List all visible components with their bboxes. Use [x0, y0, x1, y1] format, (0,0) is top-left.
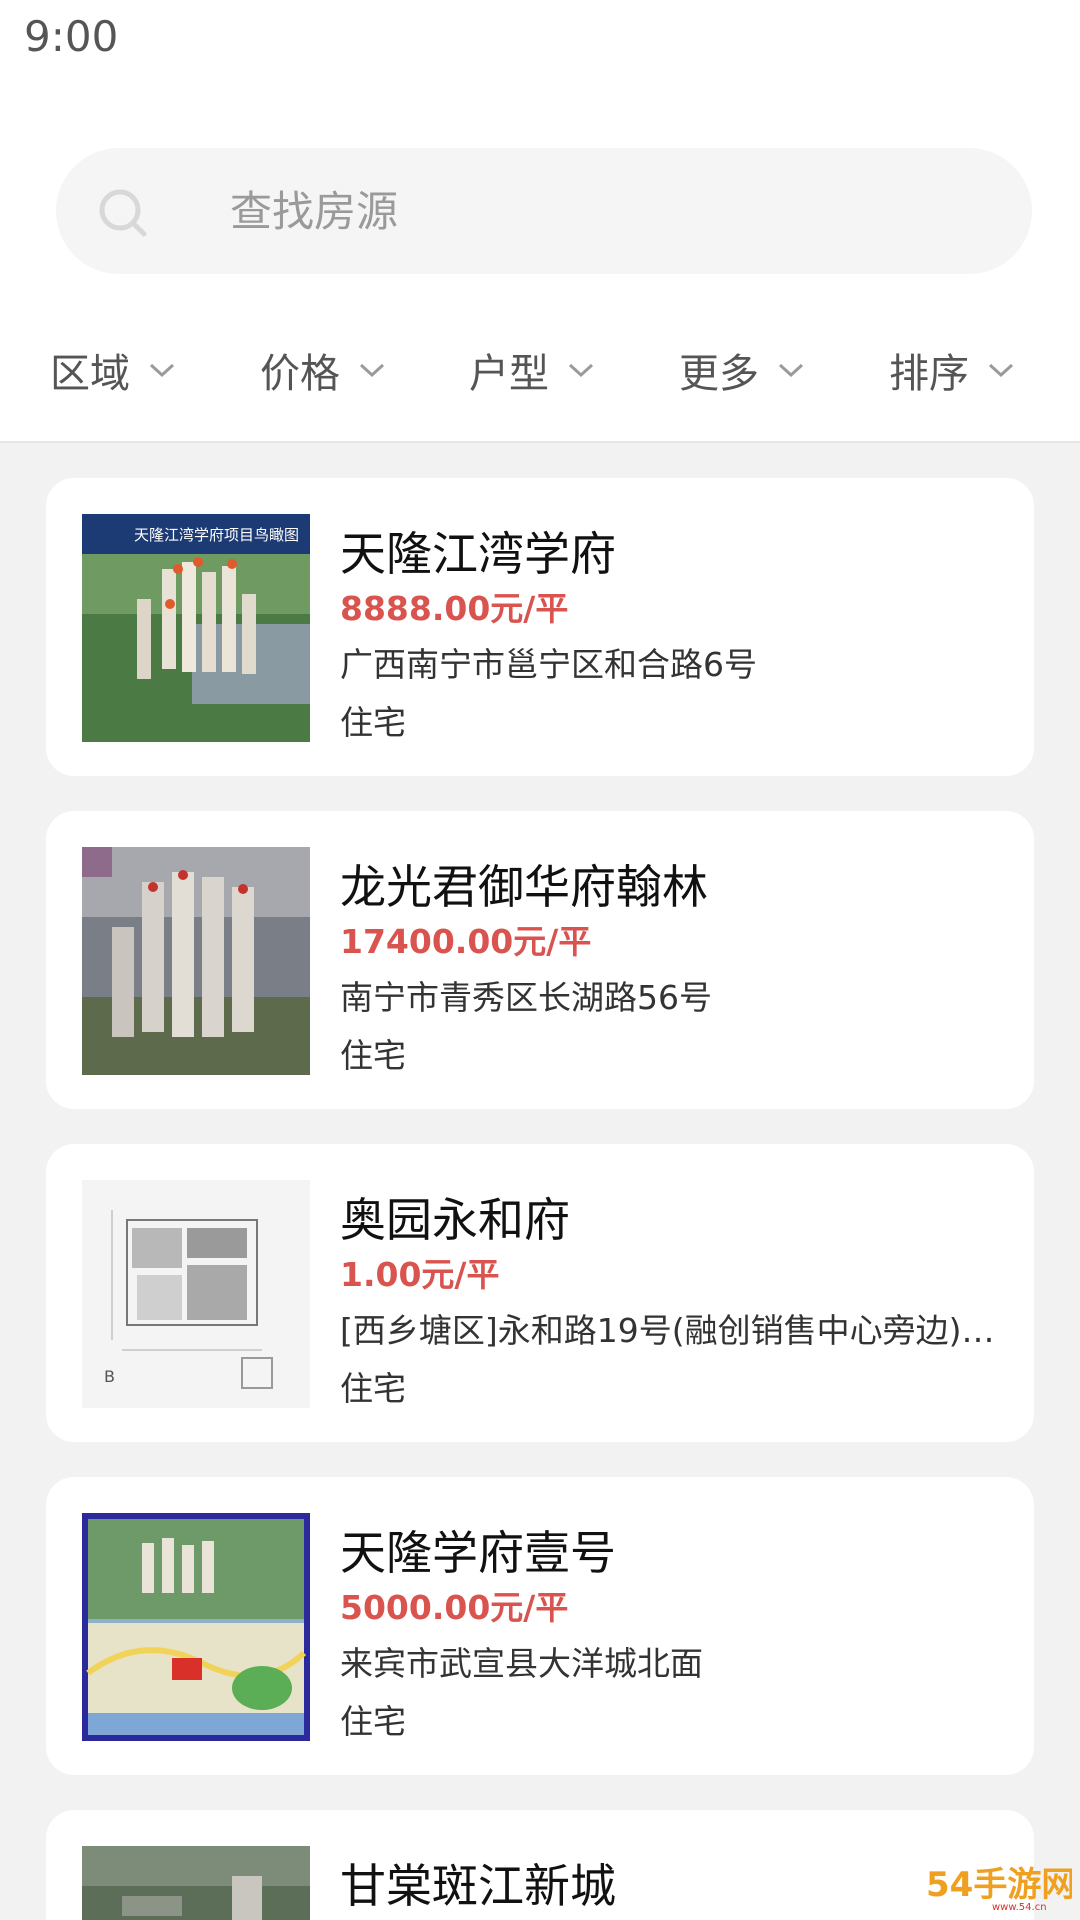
header: 9:00 区域 价格 户型 更多 排序 — [0, 0, 1080, 443]
listing-image — [82, 1846, 310, 1920]
listing-title: 奥园永和府 — [340, 1193, 570, 1247]
listing-type: 住宅 — [340, 1036, 406, 1075]
svg-text:B: B — [104, 1367, 115, 1386]
filter-label: 户型 — [469, 351, 549, 397]
search-icon — [99, 189, 147, 237]
listing-card[interactable]: 甘棠斑江新城 — [46, 1810, 1034, 1920]
filter-more[interactable]: 更多 — [679, 330, 805, 410]
listing-image: B — [82, 1180, 310, 1408]
chevron-down-icon — [988, 363, 1014, 378]
chevron-down-icon — [149, 363, 175, 378]
listing-title: 甘棠斑江新城 — [340, 1859, 616, 1913]
listing-price: 5000.00元/平 — [340, 1588, 569, 1627]
chevron-down-icon — [568, 363, 594, 378]
status-time: 9:00 — [24, 12, 119, 61]
search-input[interactable] — [230, 148, 990, 274]
listing-title: 天隆学府壹号 — [340, 1526, 616, 1580]
filter-label: 排序 — [889, 351, 969, 397]
listing-card[interactable]: B 奥园永和府 1.00元/平 [西乡塘区]永和路19号(融创销售中心旁边)旁边… — [46, 1144, 1034, 1442]
listing-title: 天隆江湾学府 — [340, 527, 616, 581]
listing-image — [82, 1513, 310, 1741]
listing-price: 17400.00元/平 — [340, 922, 592, 961]
filter-bar: 区域 价格 户型 更多 排序 — [0, 330, 1080, 410]
filter-label: 价格 — [260, 351, 340, 397]
listing-address: 南宁市青秀区长湖路56号 — [340, 978, 712, 1017]
listing-price: 1.00元/平 — [340, 1255, 500, 1294]
listing-card[interactable]: 天隆学府壹号 5000.00元/平 来宾市武宣县大洋城北面 住宅 — [46, 1477, 1034, 1775]
chevron-down-icon — [359, 363, 385, 378]
listing-type: 住宅 — [340, 703, 406, 742]
listing-image — [82, 847, 310, 1075]
listing-address: [西乡塘区]永和路19号(融创销售中心旁边)旁边 — [340, 1311, 1016, 1350]
filter-label: 区域 — [50, 351, 130, 397]
listing-address: 来宾市武宣县大洋城北面 — [340, 1644, 703, 1683]
svg-text:54手游网: 54手游网 — [926, 1865, 1072, 1905]
chevron-down-icon — [778, 363, 804, 378]
watermark-logo: 54手游网 www.54.cn — [926, 1865, 1072, 1913]
listing-card[interactable]: 龙光君御华府翰林 17400.00元/平 南宁市青秀区长湖路56号 住宅 — [46, 811, 1034, 1109]
filter-sort[interactable]: 排序 — [889, 330, 1015, 410]
listing-card[interactable]: 天隆江湾学府项目鸟瞰图 天隆江湾学府 8888.00元/平 广西南宁市邕宁区和合… — [46, 478, 1034, 776]
listing-image: 天隆江湾学府项目鸟瞰图 — [82, 514, 310, 742]
listing-price: 8888.00元/平 — [340, 589, 569, 628]
filter-area[interactable]: 区域 — [50, 330, 176, 410]
filter-price[interactable]: 价格 — [260, 330, 386, 410]
listing-type: 住宅 — [340, 1702, 406, 1741]
listing-address: 广西南宁市邕宁区和合路6号 — [340, 645, 757, 684]
filter-label: 更多 — [679, 351, 759, 397]
listing-title: 龙光君御华府翰林 — [340, 860, 708, 914]
filter-layout[interactable]: 户型 — [469, 330, 595, 410]
search-bar[interactable] — [56, 148, 1032, 274]
svg-text:www.54.cn: www.54.cn — [992, 1902, 1047, 1913]
listing-type: 住宅 — [340, 1369, 406, 1408]
image-banner-text: 天隆江湾学府项目鸟瞰图 — [134, 526, 299, 544]
